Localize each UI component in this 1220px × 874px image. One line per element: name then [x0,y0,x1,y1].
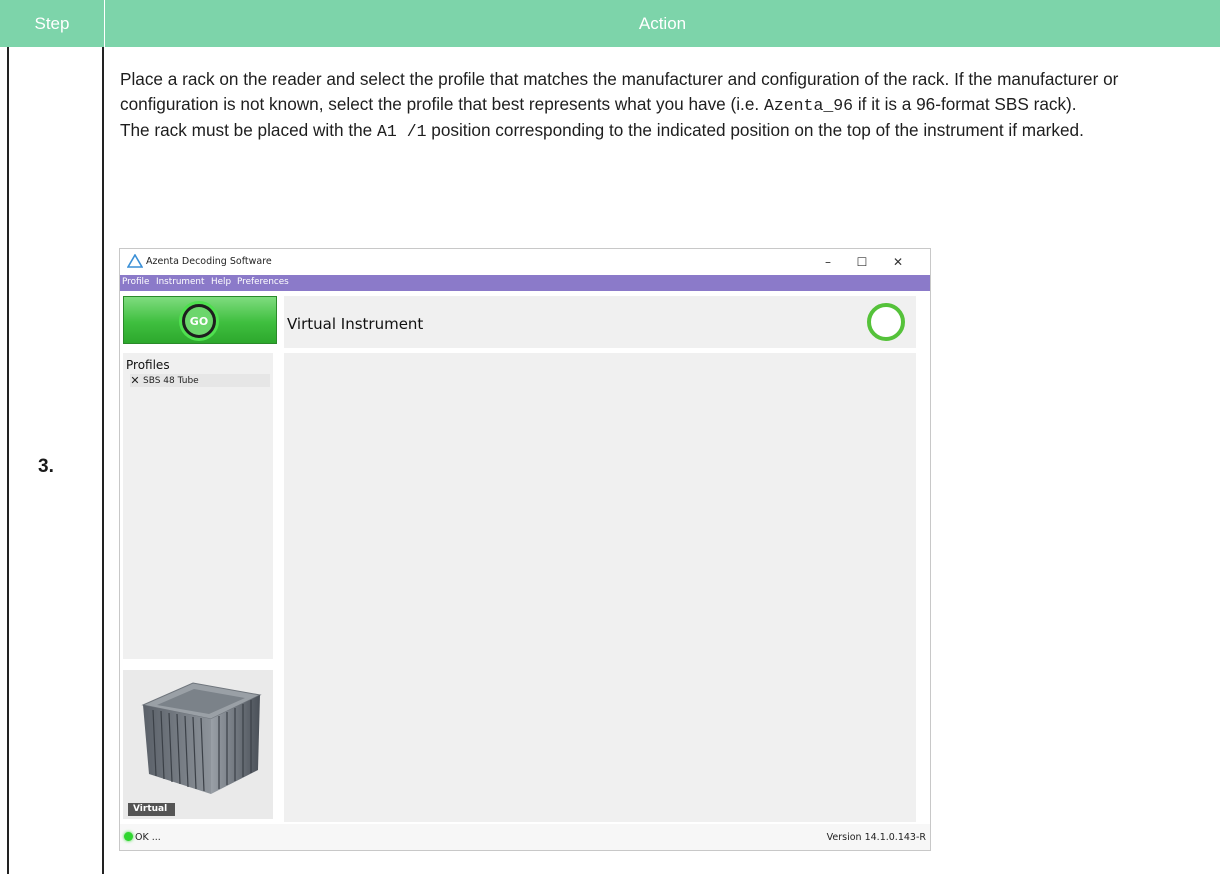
status-ring-icon [867,303,905,341]
app-screenshot: Azenta Decoding Software – ☐ ✕ Profile I… [119,248,931,851]
go-button[interactable]: GO [179,301,219,341]
profiles-label: Profiles [126,358,170,372]
device-panel: Virtual [123,670,273,819]
menu-help[interactable]: Help [211,277,231,287]
action-text-1b: if it is a 96-format SBS rack). [853,94,1077,114]
action-paragraph-2: The rack must be placed with the A1 /1 p… [120,118,1210,144]
version-text: Version 14.1.0.143-R [826,832,926,843]
profile-item-label: SBS 48 Tube [143,375,199,386]
procedure-table: Step Action 3. Place a rack on the reade… [0,0,1220,874]
menu-profile[interactable]: Profile [122,277,149,287]
action-paragraph-1: Place a rack on the reader and select th… [120,67,1210,118]
action-text-2b: position corresponding to the indicated … [426,120,1084,140]
header-step: Step [0,0,104,47]
instrument-header: Virtual Instrument [284,296,916,348]
go-panel[interactable]: GO [123,296,277,344]
row-column-divider [102,47,104,874]
minimize-button[interactable]: – [815,252,841,272]
status-bar: OK ... Version 14.1.0.143-R [120,824,930,850]
step-number: 3. [38,456,54,477]
action-text-2a: The rack must be placed with the [120,120,377,140]
action-text: Place a rack on the reader and select th… [120,67,1210,144]
maximize-button[interactable]: ☐ [849,252,875,272]
menu-bar: Profile Instrument Help Preferences [120,275,930,291]
menu-instrument[interactable]: Instrument [156,277,204,287]
rack-reader-device-icon [141,682,262,794]
header-action: Action [105,0,1220,47]
menu-preferences[interactable]: Preferences [237,277,289,287]
position-code: A1 /1 [376,122,427,141]
profile-item[interactable]: ✕ SBS 48 Tube [130,374,270,387]
instrument-title: Virtual Instrument [287,315,424,333]
profile-selected-icon: ✕ [130,374,140,387]
status-text: OK ... [135,832,161,843]
profiles-panel: Profiles ✕ SBS 48 Tube [123,353,273,659]
close-button[interactable]: ✕ [885,252,911,272]
profile-code: Azenta_96 [763,96,854,115]
status-led-icon [124,832,133,841]
device-badge: Virtual [128,803,176,816]
title-bar: Azenta Decoding Software – ☐ ✕ [120,249,930,275]
row-left-border [7,47,9,874]
main-content-area [284,353,916,822]
window-title: Azenta Decoding Software [146,256,272,267]
azenta-logo-icon [127,254,143,268]
go-label: GO [185,307,213,335]
